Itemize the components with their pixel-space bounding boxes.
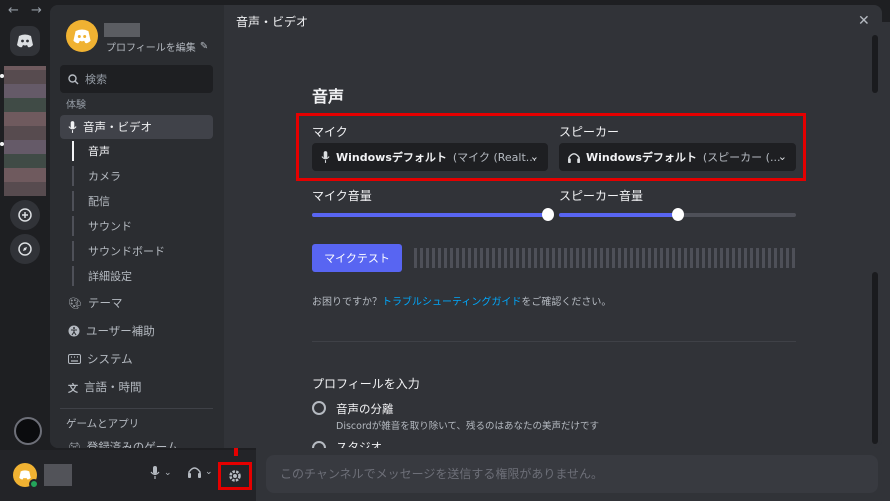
chevron-down-icon: ⌄ <box>777 150 787 163</box>
modal-header-title: 音声・ビデオ <box>236 15 309 29</box>
sidebar-subitem-voice[interactable]: 音声 <box>72 141 212 161</box>
speaker-volume-slider[interactable] <box>559 208 796 221</box>
voice-isolation-label: 音声の分離 <box>336 402 394 416</box>
sidebar-subitem-camera[interactable]: カメラ <box>72 166 212 186</box>
speaker-volume-label: スピーカー音量 <box>559 189 644 203</box>
help-prefix: お困りですか？ <box>312 297 382 308</box>
accessibility-icon <box>68 325 80 337</box>
settings-search-input[interactable]: 検索 <box>60 65 213 93</box>
studio-label: スタジオ <box>336 440 382 448</box>
sidebar-item-registered-games[interactable]: 🎮︎ 登録済みのゲーム <box>60 435 213 448</box>
search-placeholder: 検索 <box>85 73 107 86</box>
mic-level-meter <box>414 248 796 268</box>
sidebar-item-label: テーマ <box>87 296 123 310</box>
explore-icon[interactable] <box>10 234 40 264</box>
output-device-detail: (スピーカー (... <box>702 151 781 164</box>
translate-icon: 文 <box>68 383 78 395</box>
help-text: お困りですか？トラブルシューティングガイドをご確認ください。 <box>312 293 611 308</box>
online-status-dot <box>29 479 39 489</box>
microphone-icon <box>321 151 330 163</box>
input-profile-title: プロフィールを入力 <box>312 377 420 391</box>
input-device-detail: (マイク (Realt... <box>452 151 537 164</box>
voice-isolation-description: Discordが雑音を取り除いて、残るのはあなたの美声だけです <box>336 421 599 432</box>
settings-modal: プロフィールを編集 ✎ 検索 体験 音声・ビデオ 音声 カメラ 配信 サウンド … <box>50 5 882 448</box>
sidebar-item-language-time[interactable]: 文 言語・時間 <box>60 375 213 399</box>
mic-volume-label: マイク音量 <box>312 189 372 203</box>
user-panel: ⌄ ⌄ <box>0 450 256 501</box>
chevron-down-icon: ⌄ <box>529 150 539 163</box>
mic-volume-slider[interactable] <box>312 208 554 221</box>
section-divider <box>312 341 796 342</box>
message-input[interactable]: このチャンネルでメッセージを送信する権限がありません。 <box>266 455 878 493</box>
radio-voice-isolation[interactable] <box>312 401 326 415</box>
scrollbar-track-segment <box>872 35 878 93</box>
chevron-down-icon: ⌄ <box>164 467 172 478</box>
section-title-voice: 音声 <box>312 87 345 106</box>
add-server-icon[interactable] <box>10 200 40 230</box>
section-label-games-apps: ゲームとアプリ <box>66 418 140 430</box>
troubleshooting-guide-link[interactable]: トラブルシューティングガイド <box>382 297 521 308</box>
microphone-icon <box>68 121 77 133</box>
settings-scrollbar[interactable] <box>872 35 878 445</box>
sidebar-item-label: 登録済みのゲーム <box>86 440 179 448</box>
output-device-name: Windowsデフォルト <box>586 151 697 164</box>
palette-icon: 🎨︎ <box>68 296 82 310</box>
sidebar-item-label: システム <box>87 352 133 366</box>
sidebar-item-theme[interactable]: 🎨︎ テーマ <box>60 291 213 315</box>
sidebar-subitem-soundboard[interactable]: サウンドボード <box>72 241 212 261</box>
section-label-experience: 体験 <box>66 100 86 111</box>
sidebar-item-system[interactable]: システム <box>60 347 213 371</box>
discord-home-icon[interactable] <box>10 26 40 56</box>
speaker-device-label: スピーカー <box>559 125 620 139</box>
username-blurred <box>44 464 72 486</box>
gear-icon <box>229 470 241 482</box>
speaker-volume-handle[interactable] <box>672 208 684 221</box>
sidebar-item-voice-video[interactable]: 音声・ビデオ <box>60 115 213 139</box>
settings-sidebar: プロフィールを編集 ✎ 検索 体験 音声・ビデオ 音声 カメラ 配信 サウンド … <box>50 5 224 448</box>
speaker-volume-fill <box>559 213 678 217</box>
microphone-icon <box>150 466 160 479</box>
edit-profile-label: プロフィールを編集 <box>106 43 196 54</box>
mic-volume-handle[interactable] <box>542 208 554 221</box>
sidebar-item-label: 音声・ビデオ <box>83 120 152 134</box>
sidebar-divider <box>60 408 213 409</box>
nav-arrows[interactable]: ← → <box>8 3 46 18</box>
sidebar-item-label: 言語・時間 <box>84 380 142 394</box>
sidebar-item-label: ユーザー補助 <box>86 324 155 338</box>
mute-mic-button[interactable]: ⌄ <box>150 466 172 479</box>
input-device-name: Windowsデフォルト <box>336 151 447 164</box>
deafen-button[interactable]: ⌄ <box>188 466 213 478</box>
sidebar-subitem-sound[interactable]: サウンド <box>72 216 212 236</box>
mic-volume-fill <box>312 213 548 217</box>
edit-profile-link[interactable]: プロフィールを編集 ✎ <box>106 39 208 54</box>
radio-studio[interactable] <box>312 441 326 448</box>
headphones-icon <box>188 467 201 478</box>
profile-name-blurred <box>104 23 140 37</box>
headphones-icon <box>568 152 580 163</box>
sidebar-item-accessibility[interactable]: ユーザー補助 <box>60 319 213 343</box>
output-device-select[interactable]: Windowsデフォルト (スピーカー (... ⌄ <box>559 143 796 171</box>
scrollbar-thumb[interactable] <box>872 272 878 444</box>
gamepad-icon: 🎮︎ <box>68 441 81 449</box>
keyboard-icon <box>68 354 81 364</box>
server-list-blurred[interactable] <box>4 66 46 196</box>
profile-avatar[interactable] <box>66 20 98 52</box>
help-suffix: をご確認ください。 <box>521 297 612 308</box>
chevron-down-icon: ⌄ <box>205 467 213 477</box>
sidebar-subitem-streaming[interactable]: 配信 <box>72 191 212 211</box>
close-icon[interactable]: ✕ <box>858 13 870 29</box>
pencil-icon: ✎ <box>199 41 209 52</box>
voice-user-avatar[interactable] <box>14 417 42 445</box>
search-icon <box>68 73 79 84</box>
sidebar-subitem-advanced[interactable]: 詳細設定 <box>72 266 212 286</box>
input-device-select[interactable]: Windowsデフォルト (マイク (Realt... ⌄ <box>312 143 548 171</box>
mic-test-button[interactable]: マイクテスト <box>312 244 402 272</box>
user-settings-button[interactable] <box>218 462 252 490</box>
mic-device-label: マイク <box>312 125 348 139</box>
